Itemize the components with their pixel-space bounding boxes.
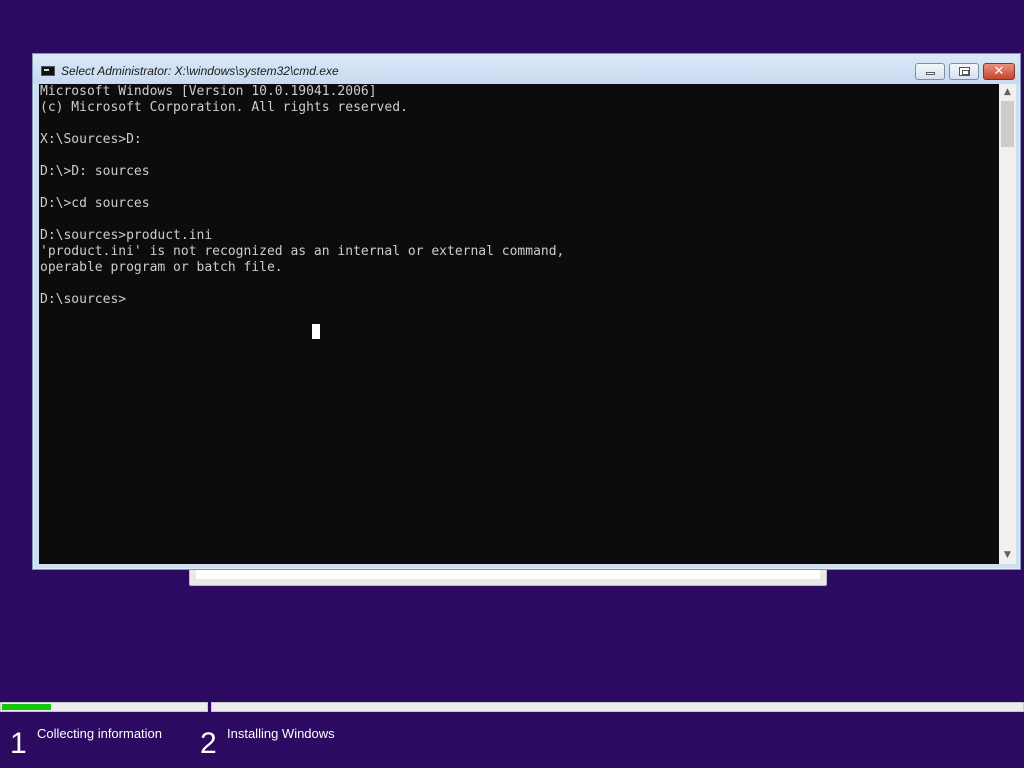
step-number: 2: [200, 727, 217, 760]
console-line: X:\Sources>D:: [40, 132, 142, 147]
console-line: (c) Microsoft Corporation. All rights re…: [40, 100, 408, 115]
console-line: D:\>cd sources: [40, 196, 150, 211]
window-title: Select Administrator: X:\windows\system3…: [61, 64, 339, 78]
progress-fill: [2, 704, 51, 710]
scroll-up-arrow-icon[interactable]: ▲: [999, 84, 1016, 101]
console-line: Microsoft Windows [Version 10.0.19041.20…: [40, 84, 377, 99]
setup-progress-bar: [0, 702, 1024, 712]
console-icon[interactable]: [41, 66, 55, 76]
close-button[interactable]: ✕: [983, 63, 1015, 80]
title-bar[interactable]: Select Administrator: X:\windows\system3…: [33, 54, 1020, 84]
console-output[interactable]: Microsoft Windows [Version 10.0.19041.20…: [39, 84, 999, 564]
console-line: D:\sources>: [40, 292, 127, 307]
console-text: Microsoft Windows [Version 10.0.19041.20…: [40, 84, 564, 308]
progress-segment-collecting: [0, 702, 208, 712]
close-icon: ✕: [993, 64, 1005, 79]
console-line: D:\sources>product.ini: [40, 228, 213, 243]
console-line: 'product.ini' is not recognized as an in…: [40, 244, 565, 259]
cmd-window[interactable]: Select Administrator: X:\windows\system3…: [32, 53, 1021, 570]
scroll-down-arrow-icon[interactable]: ▼: [999, 547, 1016, 564]
step-label: Collecting information: [37, 726, 163, 741]
step-label: Installing Windows: [227, 726, 335, 741]
minimize-icon: [926, 72, 935, 75]
maximize-button[interactable]: [949, 63, 979, 80]
vertical-scrollbar[interactable]: ▲ ▼: [999, 84, 1016, 564]
console-line: D:\>D: sources: [40, 164, 150, 179]
maximize-icon: [959, 67, 970, 76]
minimize-button[interactable]: [915, 63, 945, 80]
console-line: operable program or batch file.: [40, 260, 283, 275]
progress-segment-installing: [211, 702, 1024, 712]
step-number: 1: [10, 727, 27, 760]
text-cursor: [312, 324, 320, 339]
scrollbar-thumb[interactable]: [1001, 101, 1014, 147]
